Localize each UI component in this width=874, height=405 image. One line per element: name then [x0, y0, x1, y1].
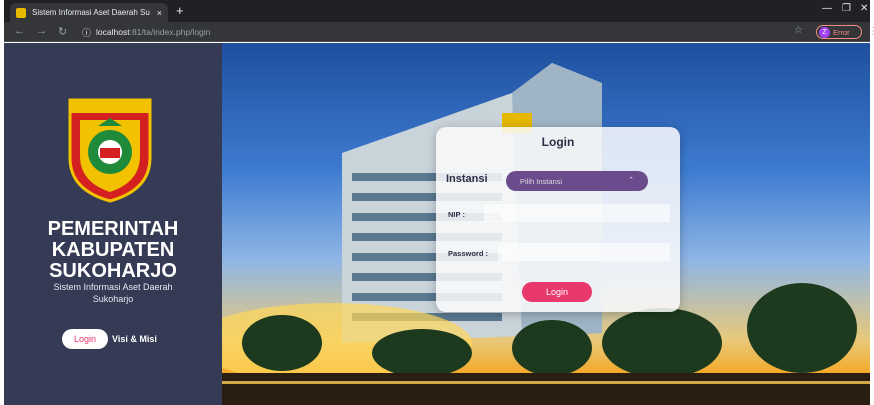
tab-close-icon[interactable]: × — [157, 8, 162, 18]
favicon-icon — [16, 7, 26, 18]
sidebar: PEMERINTAH KABUPATEN SUKOHARJO Sistem In… — [4, 43, 222, 405]
login-card: Login Instansi Pilih Instansi ⌃ NIP : Pa… — [436, 127, 680, 312]
close-window-icon[interactable]: ✕ — [860, 3, 868, 14]
profile-avatar: Z — [819, 26, 830, 38]
instansi-label: Instansi — [446, 173, 488, 185]
nip-label: NIP : — [448, 210, 465, 219]
browser-toolbar: ← → ↻ ⓘ localhost :81/ta/index.php/login… — [4, 22, 874, 42]
menu-icon[interactable]: ⋮ — [868, 26, 874, 37]
nip-input[interactable] — [484, 204, 670, 222]
login-title: Login — [541, 135, 575, 149]
url-host: localhost — [96, 27, 130, 37]
password-input[interactable] — [498, 243, 670, 261]
sidebar-login-button[interactable]: Login — [62, 329, 108, 349]
instansi-select[interactable]: Pilih Instansi ⌃ — [506, 171, 648, 191]
minimize-icon[interactable]: — — [822, 3, 832, 14]
government-title: PEMERINTAH KABUPATEN SUKOHARJO — [47, 218, 179, 282]
system-subtitle: Sistem Informasi Aset Daerah Sukoharjo — [53, 282, 173, 304]
chevron-up-icon: ⌃ — [628, 177, 634, 184]
forward-icon[interactable]: → — [36, 25, 47, 37]
back-icon[interactable]: ← — [14, 25, 25, 37]
browser-tab[interactable]: Sistem Informasi Aset Daerah Su × — [10, 3, 168, 22]
tab-title: Sistem Informasi Aset Daerah Su — [32, 8, 150, 17]
profile-error-button[interactable]: Z Error — [816, 25, 862, 39]
reload-icon[interactable]: ↻ — [58, 25, 67, 38]
restore-icon[interactable]: ❐ — [842, 3, 851, 14]
password-label: Password : — [448, 249, 489, 258]
url-path: :81/ta/index.php/login — [129, 27, 211, 37]
new-tab-button[interactable]: + — [176, 3, 184, 19]
site-info-icon[interactable]: ⓘ — [82, 26, 91, 39]
profile-error-label: Error — [833, 27, 850, 37]
login-button[interactable]: Login — [522, 282, 592, 302]
address-bar[interactable]: ⓘ localhost :81/ta/index.php/login — [82, 25, 784, 39]
kabupaten-emblem-icon — [68, 98, 152, 203]
instansi-placeholder: Pilih Instansi — [520, 176, 563, 186]
bookmark-star-icon[interactable]: ☆ — [794, 25, 803, 36]
visi-misi-link[interactable]: Visi & Misi — [112, 329, 157, 349]
browser-tab-bar: Sistem Informasi Aset Daerah Su × + — ❐ … — [4, 0, 870, 22]
